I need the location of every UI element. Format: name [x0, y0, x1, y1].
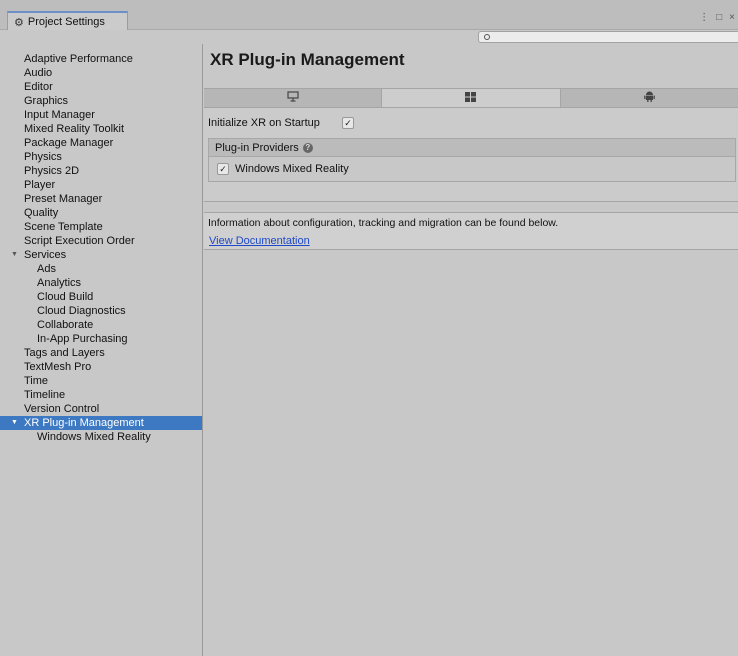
sidebar-item-label: XR Plug-in Management [24, 417, 144, 429]
sidebar-item-physics-2d[interactable]: Physics 2D [0, 164, 202, 178]
sidebar-item-label: Mixed Reality Toolkit [24, 123, 125, 135]
sidebar-item-player[interactable]: Player [0, 178, 202, 192]
sidebar-item-label: Time [24, 375, 49, 387]
sidebar-item-analytics[interactable]: Analytics [0, 276, 202, 290]
sidebar-item-collaborate[interactable]: Collaborate [0, 318, 202, 332]
sidebar-item-script-execution-order[interactable]: Script Execution Order [0, 234, 202, 248]
plugin-providers-title: Plug-in Providers [215, 141, 299, 154]
sidebar-item-scene-template[interactable]: Scene Template [0, 220, 202, 234]
view-documentation-link[interactable]: View Documentation [209, 235, 310, 247]
sidebar-item-ads[interactable]: Ads [0, 262, 202, 276]
sidebar-item-label: Windows Mixed Reality [37, 431, 151, 443]
sidebar-item-label: Preset Manager [24, 193, 103, 205]
sidebar-item-tags-and-layers[interactable]: Tags and Layers [0, 346, 202, 360]
sidebar-item-label: Tags and Layers [24, 347, 105, 359]
windows-mixed-reality-checkbox[interactable]: ✓ [217, 163, 229, 175]
desktop-icon [287, 91, 299, 105]
plugin-providers-panel: Plug-in Providers ? ✓ Windows Mixed Real… [208, 138, 736, 182]
sidebar-item-label: TextMesh Pro [24, 361, 92, 373]
sidebar-item-input-manager[interactable]: Input Manager [0, 108, 202, 122]
init-xr-checkbox[interactable]: ✓ [342, 117, 354, 129]
sidebar-item-timeline[interactable]: Timeline [0, 388, 202, 402]
close-icon[interactable]: × [729, 12, 736, 23]
tab-project-settings[interactable]: ⚙ Project Settings [7, 11, 128, 31]
sidebar-item-label: Cloud Build [37, 291, 94, 303]
more-options-icon[interactable]: ⋮ [699, 12, 710, 23]
sidebar-item-label: Analytics [37, 277, 82, 289]
sidebar-item-label: Player [24, 179, 56, 191]
page-title: XR Plug-in Management [210, 50, 405, 69]
provider-row-windows-mixed-reality: ✓ Windows Mixed Reality [209, 157, 735, 181]
sidebar-item-label: Collaborate [37, 319, 94, 331]
tab-title: Project Settings [27, 16, 105, 28]
sidebar-item-audio[interactable]: Audio [0, 66, 202, 80]
android-icon [644, 91, 655, 105]
search-icon [484, 34, 490, 40]
sidebar-item-label: Physics 2D [24, 165, 80, 177]
sidebar-item-label: Package Manager [24, 137, 114, 149]
sidebar-item-cloud-diagnostics[interactable]: Cloud Diagnostics [0, 304, 202, 318]
sidebar-item-label: Quality [24, 207, 59, 219]
sidebar-item-label: Scene Template [24, 221, 103, 233]
sidebar-item-label: Services [24, 249, 67, 261]
info-section: Information about configuration, trackin… [204, 212, 738, 250]
sidebar-item-graphics[interactable]: Graphics [0, 94, 202, 108]
sidebar-item-label: In-App Purchasing [37, 333, 128, 345]
tab-standalone[interactable] [204, 89, 383, 107]
tab-windows[interactable] [382, 89, 561, 107]
sidebar-item-windows-mixed-reality[interactable]: Windows Mixed Reality [0, 430, 202, 444]
window-controls: ⋮ □ × [699, 12, 736, 23]
sidebar-item-label: Ads [37, 263, 56, 275]
sidebar-item-label: Cloud Diagnostics [37, 305, 126, 317]
platform-tabs [204, 88, 738, 108]
foldout-arrow-icon[interactable]: ▼ [11, 248, 18, 262]
init-xr-label: Initialize XR on Startup [208, 117, 320, 129]
sidebar-item-in-app-purchasing[interactable]: In-App Purchasing [0, 332, 202, 346]
sidebar-item-xr-plug-in-management[interactable]: ▼ XR Plug-in Management [0, 416, 202, 430]
sidebar-item-editor[interactable]: Editor [0, 80, 202, 94]
sidebar-item-label: Timeline [24, 389, 66, 401]
sidebar-item-preset-manager[interactable]: Preset Manager [0, 192, 202, 206]
sidebar-item-label: Adaptive Performance [24, 53, 133, 65]
provider-label: Windows Mixed Reality [235, 163, 349, 175]
main-panel: XR Plug-in Management Initialize XR on S… [204, 44, 738, 656]
foldout-arrow-icon[interactable]: ▼ [11, 416, 18, 430]
sidebar-item-cloud-build[interactable]: Cloud Build [0, 290, 202, 304]
init-xr-row: Initialize XR on Startup [208, 116, 320, 130]
gear-icon: ⚙ [14, 16, 24, 29]
tab-strip: ⚙ Project Settings ⋮ □ × [0, 0, 738, 31]
sidebar-item-label: Physics [24, 151, 62, 163]
sidebar-item-label: Graphics [24, 95, 69, 107]
sidebar-item-textmesh-pro[interactable]: TextMesh Pro [0, 360, 202, 374]
sidebar-item-label: Script Execution Order [24, 235, 135, 247]
sidebar-item-mixed-reality-toolkit[interactable]: Mixed Reality Toolkit [0, 122, 202, 136]
sidebar-item-time[interactable]: Time [0, 374, 202, 388]
project-settings-window: ⚙ Project Settings ⋮ □ × Adaptive Perfor… [0, 0, 738, 656]
maximize-icon[interactable]: □ [716, 12, 723, 23]
help-icon[interactable]: ? [302, 142, 313, 153]
sidebar-item-label: Editor [24, 81, 53, 93]
sidebar-item-label: Input Manager [24, 109, 95, 121]
sidebar-item-label: Audio [24, 67, 53, 79]
sidebar-item-version-control[interactable]: Version Control [0, 402, 202, 416]
sidebar-item-package-manager[interactable]: Package Manager [0, 136, 202, 150]
search-input[interactable] [478, 31, 738, 43]
tab-android[interactable] [560, 89, 738, 107]
plugin-providers-header: Plug-in Providers ? [209, 139, 735, 157]
settings-sidebar: Adaptive Performance Audio Editor Graphics I… [0, 44, 203, 656]
windows-icon [465, 91, 477, 105]
xr-settings-section: Initialize XR on Startup ✓ Plug-in Provi… [204, 108, 738, 202]
sidebar-item-adaptive-performance[interactable]: Adaptive Performance [0, 52, 202, 66]
sidebar-item-quality[interactable]: Quality [0, 206, 202, 220]
sidebar-item-services[interactable]: ▼ Services [0, 248, 202, 262]
sidebar-item-physics[interactable]: Physics [0, 150, 202, 164]
info-text: Information about configuration, trackin… [208, 217, 559, 229]
sidebar-item-label: Version Control [24, 403, 100, 415]
